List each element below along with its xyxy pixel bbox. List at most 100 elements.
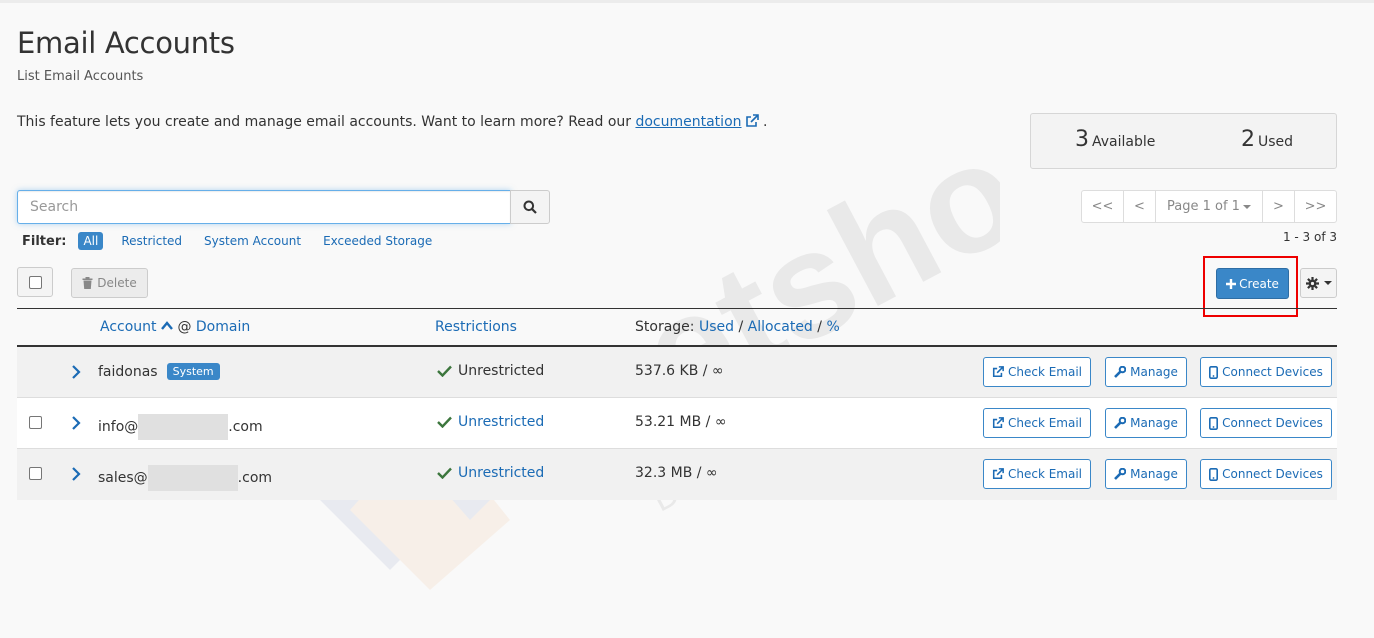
external-link-icon[interactable] — [745, 114, 759, 128]
system-badge: System — [166, 363, 220, 380]
redacted-domain — [138, 414, 229, 440]
at-sign: @ — [177, 319, 192, 335]
account-stats-panel: 3 Available 2 Used — [1030, 113, 1337, 169]
storage-value: 32.3 MB / ∞ — [635, 465, 718, 481]
external-link-icon — [992, 468, 1004, 480]
intro-period: . — [762, 114, 768, 130]
account-tld: .com — [237, 470, 273, 486]
next-page-button[interactable]: > — [1263, 191, 1295, 222]
filter-label: Filter: — [22, 233, 67, 249]
stat-available: 3 Available — [1075, 127, 1155, 152]
search-icon — [523, 200, 537, 214]
storage-separator: / — [817, 319, 822, 335]
intro-sentence: This feature lets you create and manage … — [17, 114, 636, 130]
caret-down-icon — [1323, 281, 1332, 285]
check-email-label: Check Email — [1007, 467, 1083, 481]
checkbox[interactable] — [28, 275, 42, 289]
filter-restricted[interactable]: Restricted — [121, 234, 182, 248]
manage-label: Manage — [1130, 365, 1178, 379]
page-subtitle: List Email Accounts — [17, 69, 144, 84]
caret-down-icon — [1242, 204, 1251, 209]
page-select[interactable]: Page 1 of 1 — [1156, 191, 1263, 222]
account-user: sales@ — [98, 470, 148, 486]
restriction-status: Unrestricted — [437, 465, 544, 481]
manage-button[interactable]: Manage — [1105, 357, 1187, 387]
wrench-icon — [1114, 366, 1127, 378]
restrictions-column-header[interactable]: Restrictions — [435, 319, 517, 335]
table-row: info@ .com Unrestricted 53.21 MB / ∞ Chec… — [17, 398, 1337, 449]
search-button[interactable] — [510, 190, 550, 224]
intro-text: This feature lets you create and manage … — [17, 114, 767, 130]
account-tld: .com — [228, 419, 263, 435]
restriction-status: Unrestricted — [437, 363, 544, 379]
connect-devices-label: Connect Devices — [1222, 467, 1323, 481]
sort-account[interactable]: Account — [100, 319, 157, 335]
sort-storage-allocated[interactable]: Allocated — [748, 319, 813, 335]
chevron-right-icon[interactable] — [69, 466, 83, 482]
external-link-icon — [992, 417, 1004, 429]
mobile-icon — [1209, 467, 1219, 481]
prev-page-button[interactable]: < — [1124, 191, 1156, 222]
row-checkbox[interactable] — [29, 416, 42, 429]
connect-devices-label: Connect Devices — [1222, 365, 1323, 379]
connect-devices-label: Connect Devices — [1222, 416, 1323, 430]
mobile-icon — [1209, 416, 1219, 430]
check-email-label: Check Email — [1007, 365, 1083, 379]
table-row: faidonas System Unrestricted 537.6 KB / … — [17, 347, 1337, 398]
manage-label: Manage — [1130, 416, 1178, 430]
restriction-text: Unrestricted — [458, 363, 545, 379]
manage-button[interactable]: Manage — [1105, 459, 1187, 489]
redacted-domain — [147, 465, 238, 491]
storage-separator: / — [738, 319, 744, 335]
restriction-link[interactable]: Unrestricted — [458, 465, 544, 481]
top-border — [0, 0, 1374, 3]
connect-devices-button[interactable]: Connect Devices — [1200, 459, 1332, 489]
select-all-checkbox[interactable] — [17, 267, 53, 297]
stat-used: 2 Used — [1241, 127, 1293, 152]
account-user: info@ — [98, 419, 139, 435]
chevron-right-icon[interactable] — [69, 364, 83, 380]
documentation-link[interactable]: documentation — [635, 114, 741, 130]
search-input[interactable] — [17, 190, 511, 224]
account-user: faidonas — [98, 363, 158, 380]
account-column-header[interactable]: Account @ Domain — [100, 319, 250, 335]
used-count: 2 — [1241, 127, 1255, 152]
delete-button[interactable]: Delete — [71, 268, 148, 298]
available-count: 3 — [1075, 127, 1089, 152]
settings-dropdown-button[interactable] — [1300, 268, 1337, 298]
connect-devices-button[interactable]: Connect Devices — [1200, 357, 1332, 387]
filter-system-account[interactable]: System Account — [204, 234, 301, 248]
row-checkbox[interactable] — [29, 467, 42, 480]
connect-devices-button[interactable]: Connect Devices — [1200, 408, 1332, 438]
filter-exceeded-storage[interactable]: Exceeded Storage — [323, 234, 432, 248]
gear-icon — [1305, 276, 1319, 290]
storage-prefix: Storage: — [635, 319, 695, 335]
sort-domain[interactable]: Domain — [196, 319, 250, 335]
table-row: sales@ .com Unrestricted 32.3 MB / ∞ Chec… — [17, 449, 1337, 500]
manage-label: Manage — [1130, 467, 1178, 481]
external-link-icon — [992, 366, 1004, 378]
sort-storage-percent[interactable]: % — [826, 319, 839, 335]
account-name: sales@ .com — [98, 465, 272, 491]
check-email-button[interactable]: Check Email — [983, 459, 1091, 489]
filter-all[interactable]: All — [78, 232, 104, 250]
available-label: Available — [1092, 134, 1156, 150]
first-page-button[interactable]: << — [1082, 191, 1124, 222]
last-page-button[interactable]: >> — [1295, 191, 1336, 222]
wrench-icon — [1114, 468, 1127, 480]
check-email-button[interactable]: Check Email — [983, 408, 1091, 438]
sort-asc-icon[interactable] — [161, 321, 173, 330]
mobile-icon — [1209, 365, 1219, 379]
restriction-status: Unrestricted — [437, 414, 544, 430]
manage-button[interactable]: Manage — [1105, 408, 1187, 438]
sort-storage-used[interactable]: Used — [699, 319, 734, 335]
filter-bar: Filter: All Restricted System Account Ex… — [22, 232, 454, 250]
chevron-right-icon[interactable] — [69, 415, 83, 431]
check-icon — [437, 416, 452, 428]
storage-value: 53.21 MB / ∞ — [635, 414, 727, 430]
account-name: faidonas System — [98, 363, 220, 380]
used-label: Used — [1258, 134, 1294, 150]
storage-column-header: Storage: Used / Allocated / % — [635, 319, 840, 335]
restriction-link[interactable]: Unrestricted — [458, 414, 544, 430]
check-email-button[interactable]: Check Email — [983, 357, 1091, 387]
